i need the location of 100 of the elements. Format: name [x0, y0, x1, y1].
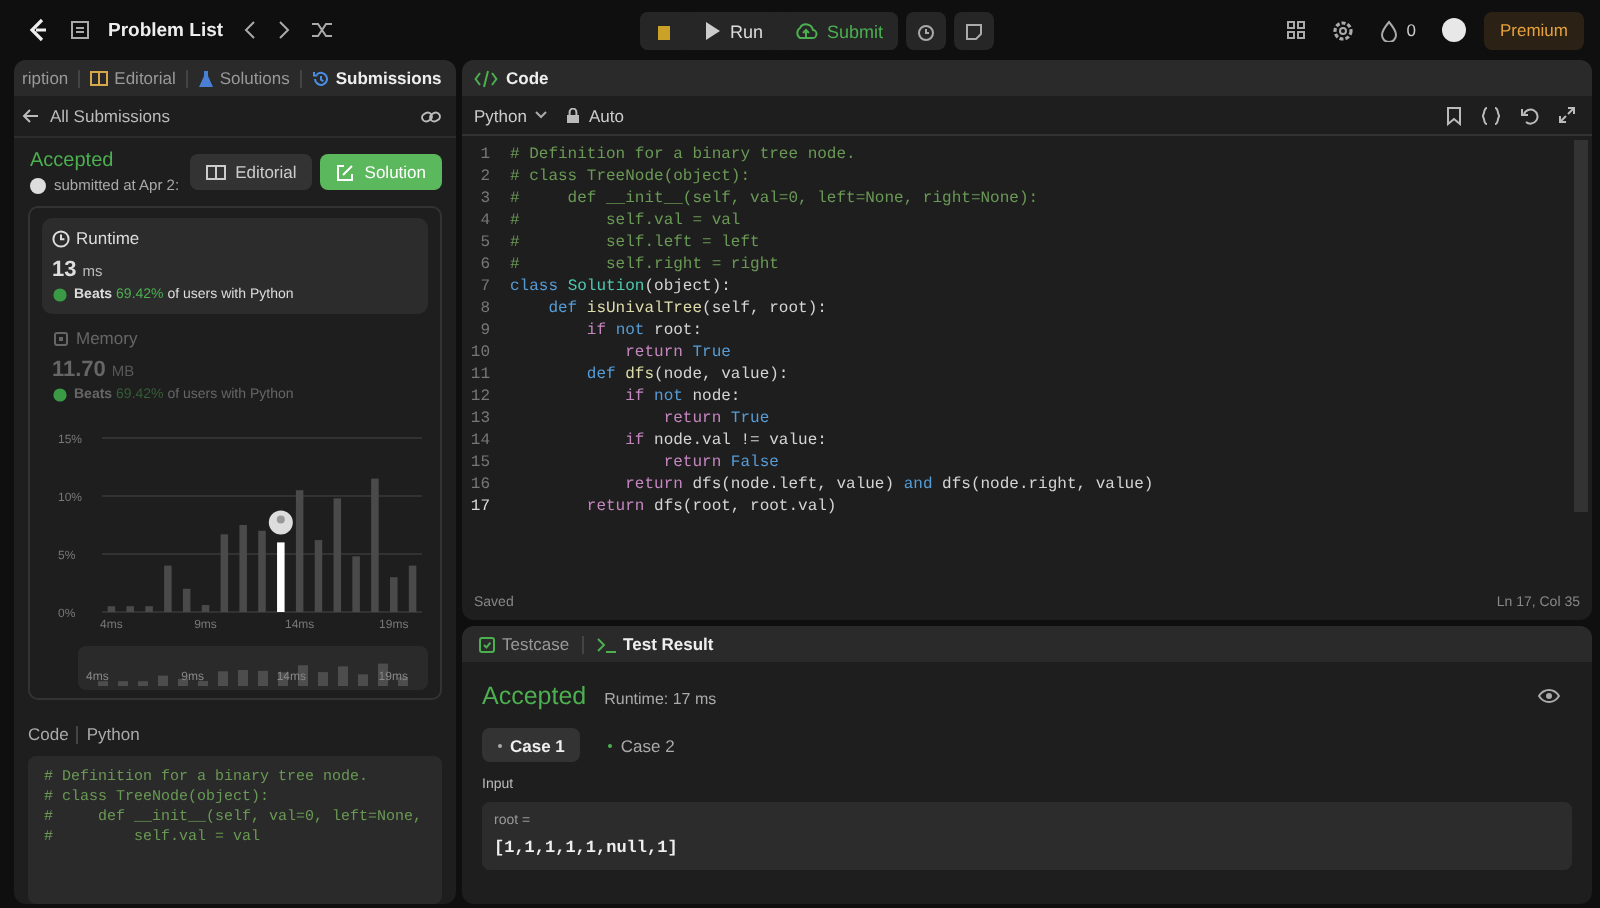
language-dropdown[interactable]: Python	[474, 105, 549, 125]
histogram-bar[interactable]	[220, 534, 229, 612]
histogram-bar[interactable]	[145, 606, 153, 612]
beats-icon	[52, 386, 68, 402]
eye-icon[interactable]	[1538, 688, 1560, 704]
line-number: 1	[478, 146, 490, 164]
code-line: return dfs(node.left, value) and dfs(node.right, value)	[623, 476, 1154, 494]
panel-tab[interactable]: Test Result	[591, 634, 718, 654]
line-number: 13	[468, 410, 490, 428]
code-line: # self.right = right	[510, 256, 779, 274]
settings-icon[interactable]	[1332, 19, 1355, 41]
line-number: 4	[478, 212, 490, 230]
code-line: # class TreeNode(object):	[510, 168, 751, 186]
back-arrow-icon[interactable]	[22, 108, 40, 124]
history-icon	[311, 69, 330, 87]
panel-tab[interactable]: Editorial	[88, 68, 178, 88]
logo-icon[interactable]	[24, 16, 52, 44]
code-line: # self.left = left	[510, 234, 760, 252]
histogram-bar[interactable]	[314, 540, 323, 612]
undo-icon[interactable]	[1520, 105, 1540, 125]
grid-icon[interactable]	[1286, 20, 1307, 40]
line-number: 16	[468, 476, 490, 494]
avatar[interactable]	[1441, 18, 1466, 42]
code-line: def dfs(node, value):	[584, 366, 789, 384]
premium-button[interactable]: Premium	[1483, 11, 1584, 49]
user-avatar	[30, 177, 46, 193]
clock-icon	[52, 229, 70, 247]
shuffle-icon[interactable]	[309, 20, 334, 40]
line-number: 11	[468, 366, 490, 384]
caret-icon	[534, 110, 549, 120]
editorial-button[interactable]: Editorial	[189, 154, 313, 190]
beats-icon	[52, 286, 68, 302]
bookmark-icon[interactable]	[1446, 105, 1462, 125]
histogram-bar[interactable]	[201, 605, 210, 612]
line-number: 2	[478, 168, 490, 186]
case-tab[interactable]: Case 2	[592, 728, 691, 762]
alarm-button[interactable]	[905, 12, 946, 50]
histogram-bar[interactable]	[277, 542, 285, 612]
panel-tab[interactable]: Solutions	[195, 68, 292, 88]
runtime-text: Runtime: 17 ms	[604, 690, 717, 708]
chevron-right-icon[interactable]	[275, 20, 292, 40]
stat-label: Memory	[76, 328, 138, 348]
line-number: 8	[478, 300, 490, 318]
line-number: 14	[468, 432, 490, 450]
book-icon	[90, 70, 109, 86]
line-number: 12	[468, 388, 490, 406]
line-number: 10	[468, 344, 490, 362]
cloud-upload-icon	[793, 21, 818, 41]
histogram-bar[interactable]	[107, 606, 116, 612]
code-icon	[474, 69, 498, 87]
chip-icon	[52, 329, 70, 347]
code-line: return True	[623, 344, 731, 362]
code-line: return False	[661, 454, 779, 472]
input-value: [1,1,1,1,1,null,1]	[494, 838, 680, 858]
case-tab[interactable]: Case 1	[482, 728, 581, 762]
line-number: 9	[478, 322, 490, 340]
problem-list-link[interactable]: Problem List	[108, 19, 224, 41]
histogram-bar[interactable]	[126, 606, 134, 612]
code-line: # Definition for a binary tree node.	[510, 146, 856, 164]
lock-icon	[566, 107, 581, 123]
result-status: Accepted	[482, 682, 587, 710]
mode-label[interactable]: Auto	[588, 105, 624, 125]
stat-label: Runtime	[76, 228, 140, 248]
code-line: # def __init__(self, val=0, left=None, right=None):	[510, 190, 1039, 208]
histogram-bar[interactable]	[408, 565, 417, 612]
code-line: if not node:	[623, 388, 741, 406]
histogram-bar[interactable]	[182, 588, 191, 612]
bug-icon	[654, 21, 674, 41]
histogram-bar[interactable]	[371, 478, 379, 612]
flask-icon	[197, 69, 214, 87]
stat-value: 13	[52, 258, 77, 282]
code-line: def isUnivalTree(self, root):	[546, 300, 827, 318]
line-number: 7	[478, 278, 490, 296]
link-icon[interactable]	[420, 107, 442, 125]
histogram-bar[interactable]	[295, 490, 304, 612]
histogram-bar[interactable]	[164, 565, 172, 612]
panel-tab[interactable]: ription	[20, 68, 71, 88]
play-icon	[704, 22, 720, 40]
panel-tab[interactable]: Testcase	[474, 634, 574, 654]
note-button[interactable]	[953, 12, 994, 50]
panel-title: Code	[506, 68, 549, 88]
code-line: if not root:	[584, 322, 703, 340]
chevron-left-icon[interactable]	[241, 20, 258, 40]
terminal-icon	[595, 635, 618, 653]
code-line: if node.val != value:	[623, 432, 827, 450]
all-submissions-link[interactable]: All Submissions	[50, 106, 170, 126]
histogram-bar[interactable]	[352, 556, 360, 612]
code-label: Code	[28, 724, 69, 744]
submission-status: Accepted	[30, 150, 116, 172]
line-number: 5	[478, 234, 490, 252]
histogram-bar[interactable]	[333, 498, 342, 612]
expand-icon[interactable]	[1558, 106, 1576, 124]
braces-icon[interactable]	[1480, 105, 1502, 125]
list-icon	[70, 20, 90, 40]
histogram-bar[interactable]	[390, 577, 398, 612]
panel-tab[interactable]: Submissions	[309, 68, 444, 88]
histogram-bar[interactable]	[239, 525, 247, 612]
alarm-clock-icon	[915, 21, 936, 41]
edit-icon	[336, 163, 355, 181]
line-number: 3	[478, 190, 490, 208]
